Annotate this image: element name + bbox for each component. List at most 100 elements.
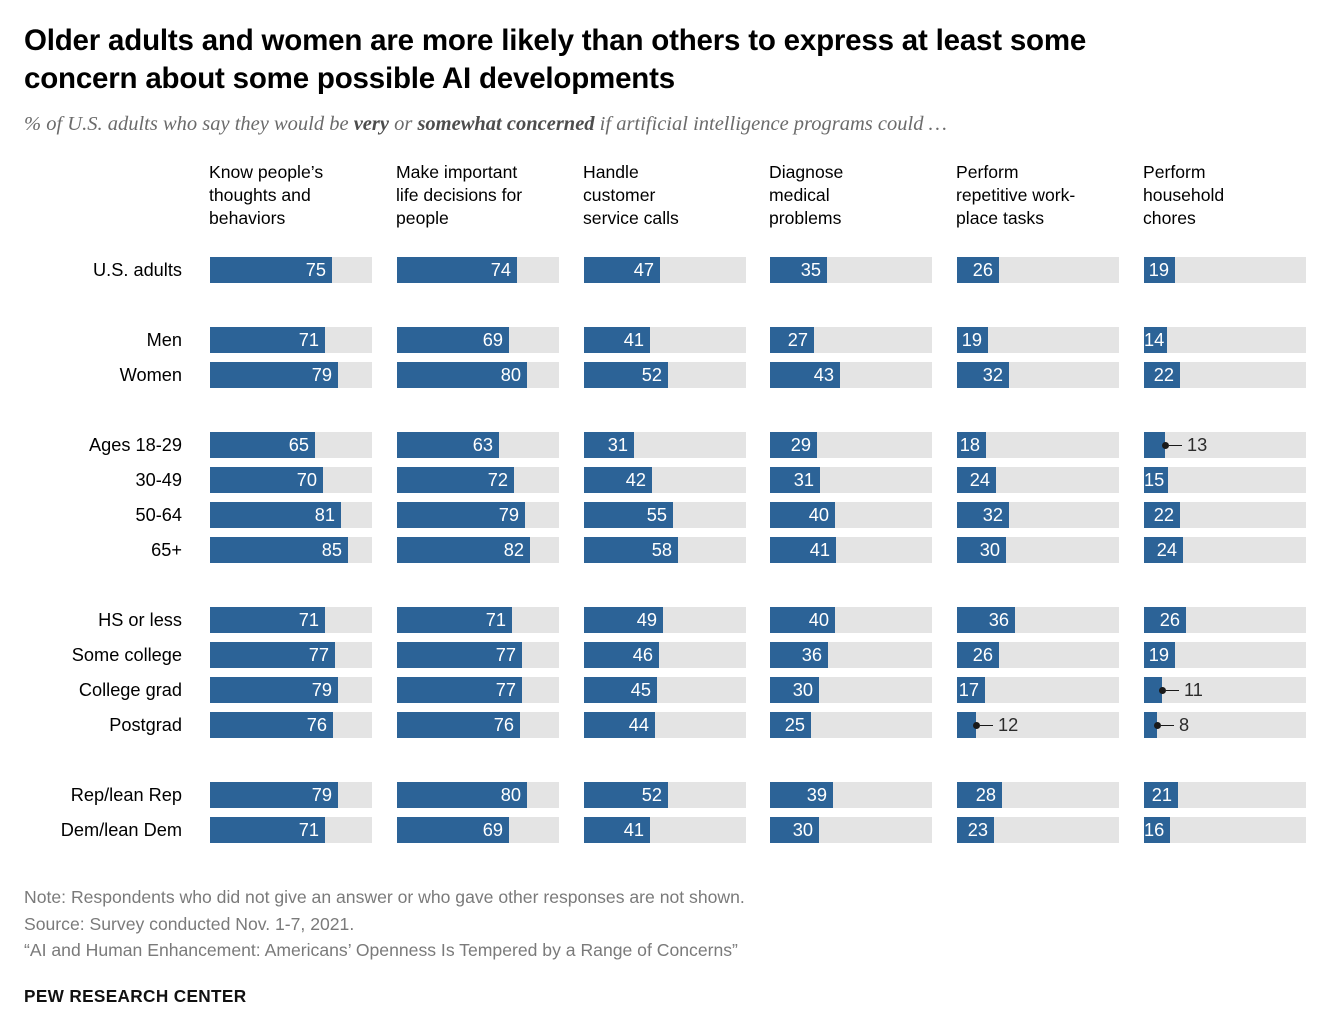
bar-cell: 69 — [397, 817, 559, 844]
bar-cell: 22 — [1144, 502, 1306, 529]
chart-row: Ages 18-29 65 63 31 29 18 13 — [24, 432, 1306, 459]
bar-cell: 49 — [584, 607, 746, 634]
bar-track — [1144, 677, 1306, 704]
bar-cell: 14 — [1144, 327, 1306, 354]
bar-cell: 55 — [584, 502, 746, 529]
bar-value: 71 — [298, 610, 319, 631]
bar-cell: 47 — [584, 257, 746, 284]
bar-value: 77 — [495, 645, 516, 666]
bar-track — [1144, 467, 1306, 494]
column-header-line: service calls — [583, 208, 679, 229]
row-label: Ages 18-29 — [88, 435, 182, 456]
bar-cell: 39 — [770, 782, 932, 809]
bar-cell: 41 — [770, 537, 932, 564]
bar-value: 25 — [784, 715, 805, 736]
bar-value: 79 — [311, 365, 332, 386]
bar-cell: 19 — [1144, 642, 1306, 669]
bar-track — [957, 712, 1119, 739]
bar-cell: 79 — [210, 677, 372, 704]
bar-cell: 44 — [584, 712, 746, 739]
bar-value: 44 — [628, 715, 649, 736]
footer-note: Note: Respondents who did not give an an… — [24, 887, 745, 907]
bar-cell: 77 — [397, 642, 559, 669]
bar-value: 32 — [982, 365, 1003, 386]
bar-cell: 71 — [210, 817, 372, 844]
bar-cell: 52 — [584, 362, 746, 389]
bar-value: 14 — [1144, 330, 1165, 351]
bar-cell: 71 — [397, 607, 559, 634]
bar-value: 71 — [485, 610, 506, 631]
row-label: 30-49 — [135, 470, 182, 491]
bar-cell: 8 — [1144, 712, 1306, 739]
column-header-line: life decisions for — [396, 185, 523, 206]
bar-cell: 19 — [957, 327, 1119, 354]
bar-value: 23 — [967, 820, 988, 841]
row-label: Postgrad — [109, 715, 182, 736]
bar — [1144, 712, 1157, 739]
column-header-2: Make important life decisions for people — [396, 161, 562, 230]
bar-value: 24 — [969, 470, 990, 491]
bar-value: 71 — [298, 820, 319, 841]
row-label: HS or less — [98, 610, 182, 631]
chart-row: Postgrad 76 76 44 25 12 8 — [24, 712, 1306, 739]
chart-row: Rep/lean Rep 79 80 52 39 28 21 — [24, 782, 1306, 809]
bar — [1144, 677, 1162, 704]
bar-cell: 16 — [1144, 817, 1306, 844]
bar-cell: 32 — [957, 362, 1119, 389]
bar-value: 35 — [800, 260, 821, 281]
bar-cell: 30 — [770, 817, 932, 844]
bar-value: 80 — [500, 785, 521, 806]
page-title: Older adults and women are more likely t… — [24, 24, 1087, 96]
bar-cell: 35 — [770, 257, 932, 284]
bar-value: 29 — [790, 435, 811, 456]
bar-cell: 75 — [210, 257, 372, 284]
bar-value: 16 — [1144, 820, 1165, 841]
bar-value: 49 — [636, 610, 657, 631]
bar-value: 65 — [288, 435, 309, 456]
bar-cell: 28 — [957, 782, 1119, 809]
subtitle-part-3: if artificial intelligence programs coul… — [594, 112, 947, 135]
bar-cell: 42 — [584, 467, 746, 494]
bar-track — [1144, 327, 1306, 354]
bar-cell: 65 — [210, 432, 372, 459]
bar-value: 30 — [792, 680, 813, 701]
subtitle-bold-very: very — [353, 112, 389, 135]
bar-cell: 77 — [210, 642, 372, 669]
row-label: 50-64 — [135, 505, 182, 526]
chart-footer: Note: Respondents who did not give an an… — [24, 884, 1284, 1007]
bar-cell: 79 — [210, 782, 372, 809]
bar-cell: 77 — [397, 677, 559, 704]
row-label: Some college — [71, 645, 182, 666]
bar-value: 24 — [1156, 540, 1177, 561]
bar-cell: 24 — [1144, 537, 1306, 564]
bar-track — [1144, 712, 1306, 739]
bar-value: 41 — [623, 820, 644, 841]
column-header-4: Diagnose medical problems — [769, 161, 935, 230]
bar-value: 74 — [490, 260, 511, 281]
bar-cell: 80 — [397, 782, 559, 809]
column-header-line: repetitive work- — [956, 185, 1076, 206]
bar-cell: 31 — [584, 432, 746, 459]
row-label: Men — [146, 330, 182, 351]
chart-row: 50-64 81 79 55 40 32 22 — [24, 502, 1306, 529]
bar-value: 69 — [482, 820, 503, 841]
bar-value: 80 — [500, 365, 521, 386]
bar-cell: 45 — [584, 677, 746, 704]
bar-value: 47 — [633, 260, 654, 281]
bar-cell: 19 — [1144, 257, 1306, 284]
bar-track — [1144, 432, 1306, 459]
bar-value: 55 — [646, 505, 667, 526]
bar-cell: 52 — [584, 782, 746, 809]
bar-cell: 69 — [397, 327, 559, 354]
bar-value: 41 — [809, 540, 830, 561]
bar-value: 26 — [1159, 610, 1180, 631]
row-label: College grad — [78, 680, 182, 701]
bar-value: 52 — [641, 365, 662, 386]
bar-value: 31 — [607, 435, 628, 456]
chart-row: 30-49 70 72 42 31 24 15 — [24, 467, 1306, 494]
bar-value: 71 — [298, 330, 319, 351]
bar-value: 31 — [793, 470, 814, 491]
column-header-line: behaviors — [209, 208, 286, 229]
bar-value: 26 — [972, 260, 993, 281]
column-header-line: problems — [769, 208, 842, 229]
